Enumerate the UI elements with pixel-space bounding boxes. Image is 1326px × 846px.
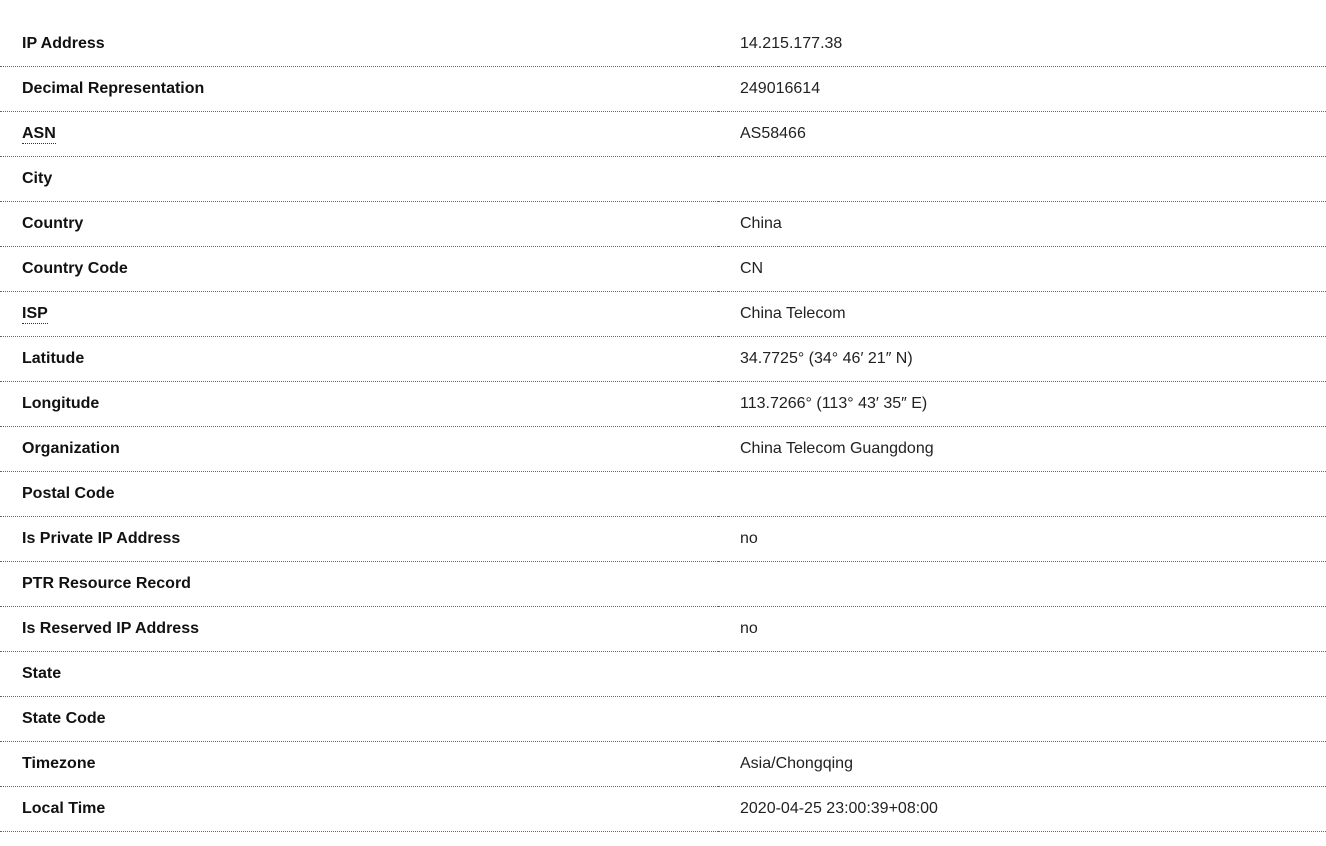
row-label: Longitude: [0, 381, 718, 427]
row-value: China: [718, 201, 1326, 247]
table-row: IP Address 14.215.177.38: [0, 22, 1326, 67]
row-value: CN: [718, 246, 1326, 292]
row-value: [718, 651, 1326, 697]
table-row: City: [0, 156, 1326, 202]
row-value: [718, 561, 1326, 607]
table-row: Is Reserved IP Address no: [0, 606, 1326, 652]
row-label: PTR Resource Record: [0, 561, 718, 607]
table-row: State Code: [0, 696, 1326, 742]
row-value: China Telecom Guangdong: [718, 426, 1326, 472]
row-label: Country Code: [0, 246, 718, 292]
row-value: AS58466: [718, 111, 1326, 157]
table-row: Organization China Telecom Guangdong: [0, 426, 1326, 472]
row-label: State Code: [0, 696, 718, 742]
row-value: 14.215.177.38: [718, 22, 1326, 67]
row-value: no: [718, 606, 1326, 652]
row-label: Is Reserved IP Address: [0, 606, 718, 652]
row-value: Asia/Chongqing: [718, 741, 1326, 787]
table-row: Local Time 2020-04-25 23:00:39+08:00: [0, 786, 1326, 832]
row-label: Organization: [0, 426, 718, 472]
table-row: Postal Code: [0, 471, 1326, 517]
row-label: Is Private IP Address: [0, 516, 718, 562]
row-value: 2020-04-25 23:00:39+08:00: [718, 786, 1326, 832]
row-label: Country: [0, 201, 718, 247]
row-label: Local Time: [0, 786, 718, 832]
row-label: Postal Code: [0, 471, 718, 517]
abbreviation-label: ISP: [22, 305, 48, 324]
table-row: Latitude 34.7725° (34° 46′ 21″ N): [0, 336, 1326, 382]
table-row: PTR Resource Record: [0, 561, 1326, 607]
row-label: ASN: [0, 111, 718, 157]
table-row: Country China: [0, 201, 1326, 247]
row-value: 249016614: [718, 66, 1326, 112]
table-row: State: [0, 651, 1326, 697]
row-label: City: [0, 156, 718, 202]
table-row: ASN AS58466: [0, 111, 1326, 157]
row-value: China Telecom: [718, 291, 1326, 337]
row-value: [718, 696, 1326, 742]
table-row: Decimal Representation 249016614: [0, 66, 1326, 112]
table-row: Longitude 113.7266° (113° 43′ 35″ E): [0, 381, 1326, 427]
row-label: Timezone: [0, 741, 718, 787]
row-label: Latitude: [0, 336, 718, 382]
table-row: Is Private IP Address no: [0, 516, 1326, 562]
ip-details-table-body: IP Address 14.215.177.38 Decimal Represent…: [0, 22, 1326, 832]
ip-details-table: IP Address 14.215.177.38 Decimal Represent…: [0, 22, 1326, 832]
row-value: [718, 471, 1326, 517]
table-row: Timezone Asia/Chongqing: [0, 741, 1326, 787]
table-row: Country Code CN: [0, 246, 1326, 292]
table-row: ISP China Telecom: [0, 291, 1326, 337]
row-value: 113.7266° (113° 43′ 35″ E): [718, 381, 1326, 427]
row-label: ISP: [0, 291, 718, 337]
row-value: no: [718, 516, 1326, 562]
row-label: State: [0, 651, 718, 697]
abbreviation-label: ASN: [22, 125, 56, 144]
row-label: IP Address: [0, 22, 718, 67]
row-label: Decimal Representation: [0, 66, 718, 112]
row-value: [718, 156, 1326, 202]
row-value: 34.7725° (34° 46′ 21″ N): [718, 336, 1326, 382]
